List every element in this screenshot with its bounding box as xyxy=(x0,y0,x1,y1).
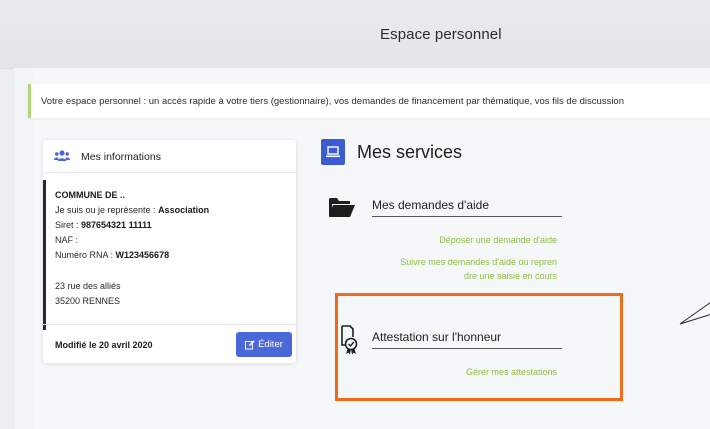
page-title: Espace personnel xyxy=(380,26,502,43)
represent-value: Association xyxy=(158,205,210,215)
pointer-line xyxy=(679,302,710,325)
address-line1: 23 rue des alliés xyxy=(55,281,121,291)
edit-button-label: Éditer xyxy=(258,339,283,350)
submit-aid-link[interactable]: Déposer une demande d'aide xyxy=(439,235,557,245)
info-card-header: Mes informations xyxy=(43,140,296,173)
info-card-title: Mes informations xyxy=(81,151,161,163)
rna-line: Numéro RNA : W123456678 xyxy=(55,250,170,260)
info-card-body: COMMUNE DE .. Je suis ou je représente :… xyxy=(43,180,296,330)
edit-icon xyxy=(245,339,255,349)
aid-requests-title[interactable]: Mes demandes d'aide xyxy=(372,198,562,217)
info-card-footer: Modifié le 20 avril 2020 Éditer xyxy=(43,324,296,364)
follow-aid-link-line2[interactable]: dre une saisie en cours xyxy=(464,271,557,281)
info-banner: Votre espace personnel : un accès rapide… xyxy=(28,84,710,118)
folder-open-icon xyxy=(329,198,355,217)
info-card: Mes informations COMMUNE DE .. Je suis o… xyxy=(43,140,296,363)
edit-button[interactable]: Éditer xyxy=(236,332,292,357)
siret-line: Siret : 987654321 11111 xyxy=(55,220,152,230)
address-line2: 35200 RENNES xyxy=(55,296,121,306)
services-title: Mes services xyxy=(357,142,463,162)
modified-date: Modifié le 20 avril 2020 xyxy=(55,340,153,350)
users-icon xyxy=(54,150,70,161)
follow-aid-link-line1[interactable]: Suivre mes demandes d'aide ou repren xyxy=(400,257,557,267)
naf-line: NAF : xyxy=(55,235,79,245)
highlight-box xyxy=(335,293,623,401)
top-header: Espace personnel xyxy=(0,0,710,68)
siret-value: 987654321 11111 xyxy=(81,220,152,230)
info-banner-text: Votre espace personnel : un accès rapide… xyxy=(41,96,624,107)
rna-value: W123456678 xyxy=(115,250,170,260)
laptop-icon xyxy=(321,139,345,165)
org-name: COMMUNE DE .. xyxy=(55,190,126,200)
represent-line: Je suis ou je représente : Association xyxy=(55,205,210,215)
